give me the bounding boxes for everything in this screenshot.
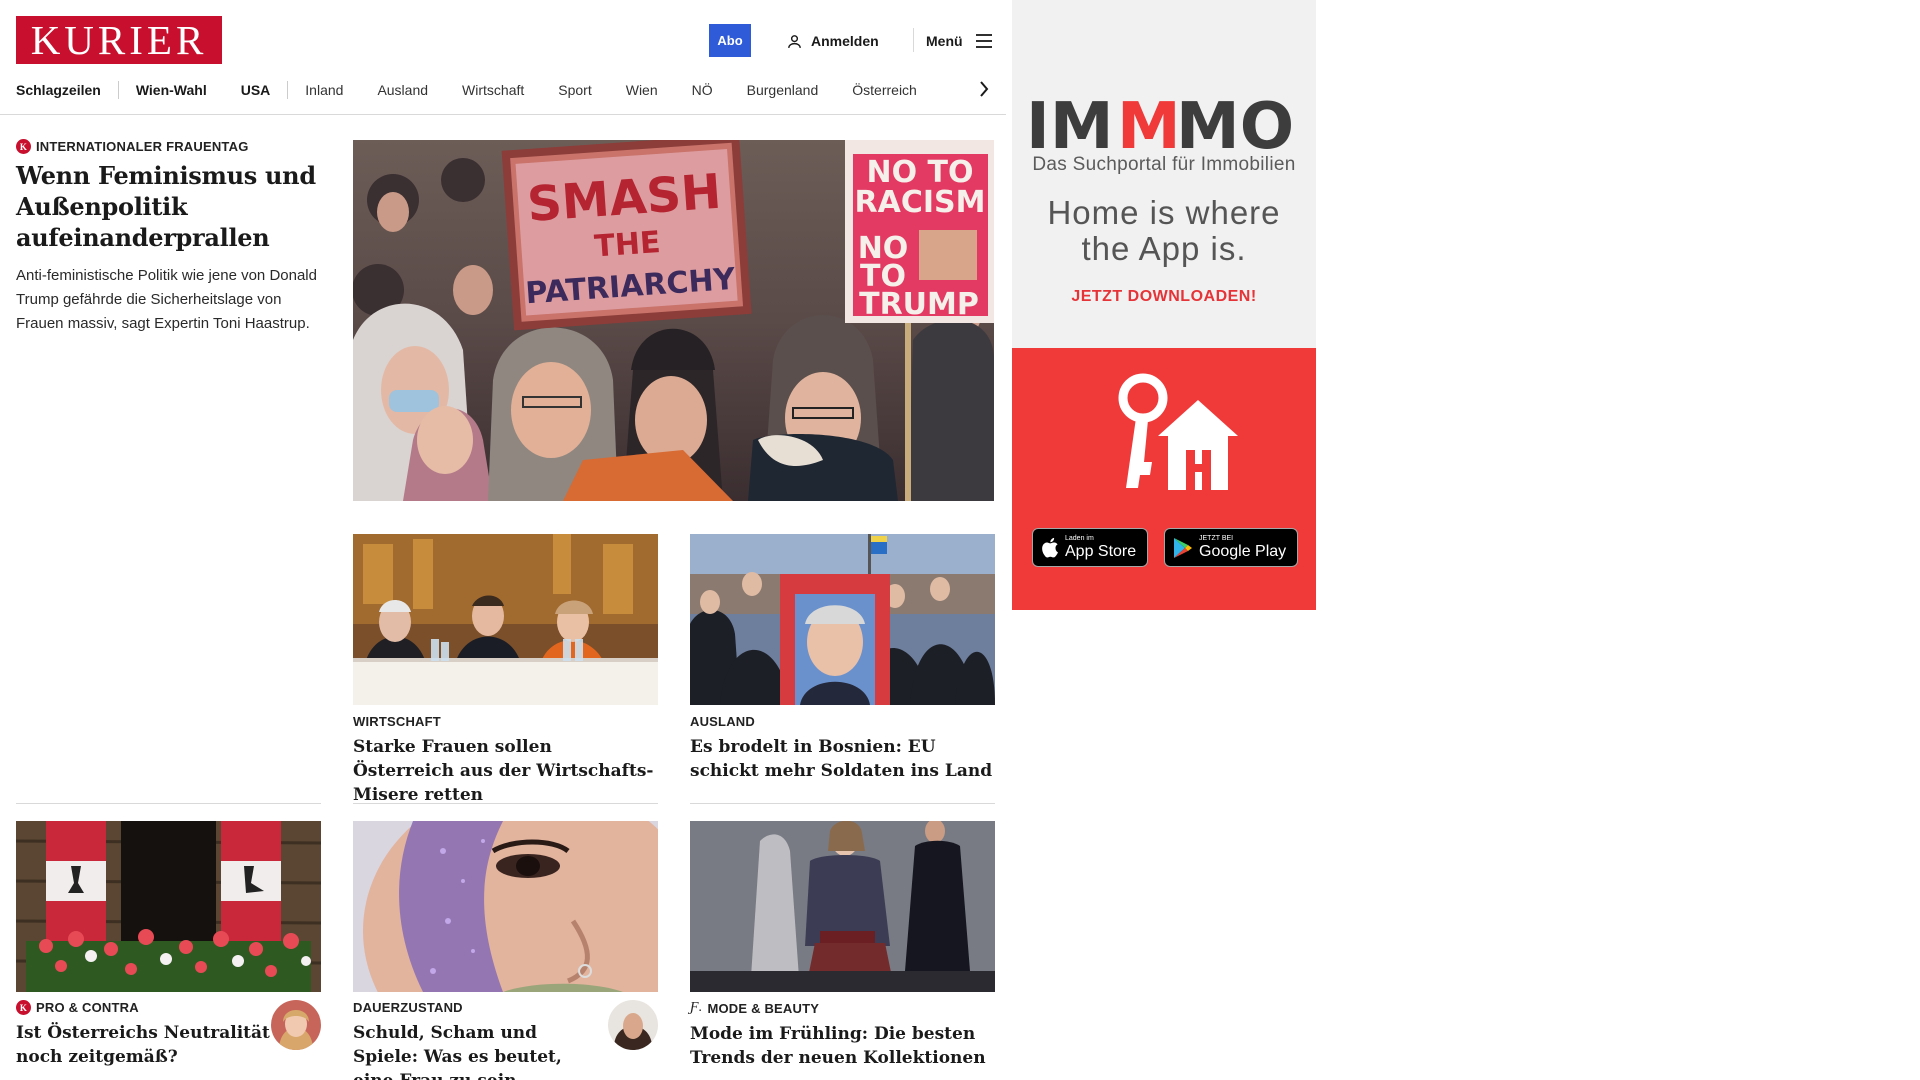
card-headline[interactable]: Starke Frauen sollen Österreich aus der … (353, 735, 658, 807)
press-conference-photo (353, 534, 658, 705)
svg-text:IM: IM (1026, 90, 1114, 156)
lead-kicker: K INTERNATIONALER FRAUENTAG (16, 139, 321, 154)
abo-button[interactable]: Abo (709, 24, 751, 57)
nav-item-noe[interactable]: NÖ (675, 82, 730, 98)
author-avatar (271, 1000, 321, 1050)
card-image-wirtschaft[interactable] (353, 534, 658, 705)
app-store-badge[interactable]: Laden im App Store (1032, 528, 1148, 567)
ad-top-panel: IM M MO Das Suchportal für Immobilien Ho… (1012, 0, 1316, 348)
ad-download-cta[interactable]: JETZT DOWNLOADEN! (1012, 288, 1316, 306)
divider (353, 803, 658, 804)
menu-label: Menü (926, 33, 963, 49)
article-card-dauerzustand[interactable]: DAUERZUSTAND Schuld, Scham und Spiele: W… (353, 1000, 658, 1080)
author-portrait (608, 1000, 658, 1050)
site-header: KURIER Abo Anmelden Menü Schlagzeilen Wi… (0, 0, 1006, 115)
nav-item-schlagzeilen[interactable]: Schlagzeilen (16, 82, 118, 98)
key-house-icon (1118, 373, 1238, 490)
card-body: DAUERZUSTAND Schuld, Scham und Spiele: W… (353, 1000, 658, 1080)
google-play-badge[interactable]: JETZT BEI Google Play (1164, 528, 1298, 567)
lead-teaser: Anti-feministische Politik wie jene von … (16, 267, 317, 332)
lead-image[interactable]: SMASH THE PATRIARCHY NO TO RACISM NO TO … (353, 140, 994, 501)
nav-item-inland[interactable]: Inland (288, 82, 360, 98)
nav-item-wien-wahl[interactable]: Wien-Wahl (119, 82, 224, 98)
app-store-text: Laden im App Store (1065, 535, 1136, 560)
author-avatar (608, 1000, 658, 1050)
ad-slogan-line: Home is where (1047, 194, 1281, 231)
logo-text: KURIER (30, 16, 208, 63)
card-kicker: ƒ. MODE & BEAUTY (690, 1000, 995, 1016)
nav-item-usa[interactable]: USA (224, 82, 288, 98)
nav-scroll-right-button[interactable] (974, 78, 994, 100)
article-card-mode[interactable]: ƒ. MODE & BEAUTY Mode im Frühling: Die b… (690, 1000, 995, 1070)
apple-icon (1042, 537, 1058, 558)
ad-slogan: Home is where the App is. (1012, 195, 1316, 267)
header-divider (913, 28, 914, 52)
kurier-k-icon: K (16, 139, 31, 154)
kurier-k-icon: K (16, 1000, 31, 1015)
section-nav: Schlagzeilen Wien-Wahl USA Inland Auslan… (16, 80, 1006, 100)
svg-text:MO: MO (1176, 90, 1294, 156)
card-kicker-label: PRO & CONTRA (36, 1000, 139, 1015)
nav-item-wien[interactable]: Wien (609, 82, 675, 98)
nav-item-oesterreich[interactable]: Österreich (835, 82, 934, 98)
card-image-dauerzustand[interactable] (353, 821, 658, 992)
menu-button[interactable]: Menü (926, 30, 993, 52)
card-headline[interactable]: Schuld, Scham und Spiele: Was es beutet,… (353, 1021, 598, 1080)
ad-slogan-line: the App is. (1081, 230, 1247, 267)
card-kicker: AUSLAND (690, 714, 755, 729)
nav-item-sport[interactable]: Sport (541, 82, 608, 98)
author-portrait (271, 1000, 321, 1050)
card-text: K PRO & CONTRA Ist Österreichs Neutralit… (16, 1000, 271, 1069)
nav-item-burgenland[interactable]: Burgenland (730, 82, 836, 98)
fashion-runway-photo (690, 821, 995, 992)
article-card-wirtschaft[interactable]: WIRTSCHAFT Starke Frauen sollen Österrei… (353, 714, 658, 807)
card-kicker: WIRTSCHAFT (353, 714, 441, 729)
card-kicker: K PRO & CONTRA (16, 1000, 271, 1015)
svg-text:RACISM: RACISM (855, 185, 986, 220)
card-image-mode[interactable] (690, 821, 995, 992)
card-headline[interactable]: Mode im Frühling: Die besten Trends der … (690, 1022, 995, 1070)
card-headline[interactable]: Es brodelt in Bosnien: EU schickt mehr S… (690, 735, 995, 783)
lead-kicker-label: INTERNATIONALER FRAUENTAG (36, 139, 249, 154)
svg-text:M: M (1117, 90, 1181, 156)
bosnia-rally-photo (690, 534, 995, 705)
card-kicker: DAUERZUSTAND (353, 1000, 463, 1015)
app-store-small: Laden im (1065, 535, 1094, 542)
google-play-big: Google Play (1199, 543, 1287, 560)
glitter-face-photo (353, 821, 658, 992)
lead-headline[interactable]: Wenn Feminismus und Außenpolitik aufeina… (16, 160, 321, 253)
card-headline[interactable]: Ist Österreichs Neutralität noch zeitgem… (16, 1021, 271, 1069)
divider (16, 803, 321, 804)
lead-article[interactable]: K INTERNATIONALER FRAUENTAG Wenn Feminis… (16, 139, 321, 336)
card-image-ausland[interactable] (690, 534, 995, 705)
immmo-logo: IM M MO (1026, 90, 1294, 156)
chevron-right-icon (980, 81, 989, 97)
window-flags-photo (16, 821, 321, 992)
google-play-small: JETZT BEI (1199, 535, 1234, 542)
card-body: K PRO & CONTRA Ist Österreichs Neutralit… (16, 1000, 321, 1069)
user-icon (788, 34, 801, 48)
svg-text:THE: THE (593, 225, 661, 265)
ad-subtitle: Das Suchportal für Immobilien (1032, 154, 1296, 175)
google-play-text: JETZT BEI Google Play (1199, 535, 1286, 560)
immmo-ad[interactable]: IM M MO Das Suchportal für Immobilien Ho… (1012, 0, 1316, 610)
protest-photo: SMASH THE PATRIARCHY NO TO RACISM NO TO … (353, 140, 994, 501)
nav-item-wirtschaft[interactable]: Wirtschaft (445, 82, 541, 98)
login-label: Anmelden (811, 33, 879, 49)
card-image-neutralitaet[interactable] (16, 821, 321, 992)
app-store-big: App Store (1065, 543, 1137, 560)
divider (690, 803, 995, 804)
article-card-ausland[interactable]: AUSLAND Es brodelt in Bosnien: EU schick… (690, 714, 995, 783)
card-kicker-label: MODE & BEAUTY (707, 1000, 820, 1016)
article-card-neutralitaet[interactable]: K PRO & CONTRA Ist Österreichs Neutralit… (16, 1000, 321, 1069)
login-button[interactable]: Anmelden (786, 30, 879, 52)
kurier-logo[interactable]: KURIER (16, 16, 222, 64)
freizeit-f-icon: ƒ. (690, 1000, 703, 1015)
hamburger-icon (975, 34, 992, 48)
card-text: DAUERZUSTAND Schuld, Scham und Spiele: W… (353, 1000, 598, 1080)
ad-red-panel: Laden im App Store JETZT BEI Google Play (1012, 348, 1316, 610)
svg-text:TRUMP: TRUMP (859, 287, 979, 322)
google-play-icon (1174, 537, 1192, 558)
nav-item-ausland[interactable]: Ausland (360, 82, 445, 98)
